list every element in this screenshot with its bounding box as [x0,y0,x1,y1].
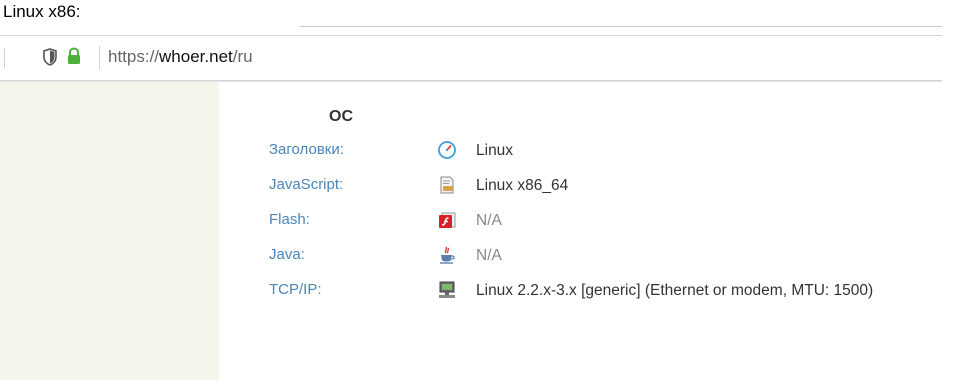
caption: Linux x86: [3,2,81,21]
java-cup-icon [440,246,455,264]
url-host: whoer.net [159,47,233,66]
divider [99,46,100,70]
row-label: Java: [269,246,305,263]
address-bar[interactable]: https://whoer.net/ru [0,35,942,81]
url-path: /ru [232,47,253,66]
row-value: N/A [476,247,502,264]
url-text[interactable]: https://whoer.net/ru [108,47,253,67]
os-info-panel: ОС Заголовки: Linux JavaScript: Linux x8… [219,82,960,380]
row-label: TCP/IP: [269,281,322,298]
row-value: Linux x86_64 [476,177,569,194]
script-document-icon [440,176,454,194]
divider [4,48,5,68]
divider [300,26,942,27]
row-value: Linux 2.2.x-3.x [generic] (Ethernet or m… [476,282,874,299]
tracking-protection-shield-icon[interactable] [42,48,58,66]
url-scheme: https:// [108,47,160,66]
row-label: Flash: [269,211,310,228]
network-computer-icon [439,281,455,298]
row-label: JavaScript: [269,176,344,193]
clock-compass-icon [438,141,456,159]
sidebar [0,82,219,380]
section-title: ОС [329,108,353,125]
lock-icon[interactable] [66,47,82,65]
row-value: N/A [476,212,502,229]
row-value: Linux [476,142,514,159]
flash-player-icon [439,212,456,228]
row-label: Заголовки: [269,141,344,158]
